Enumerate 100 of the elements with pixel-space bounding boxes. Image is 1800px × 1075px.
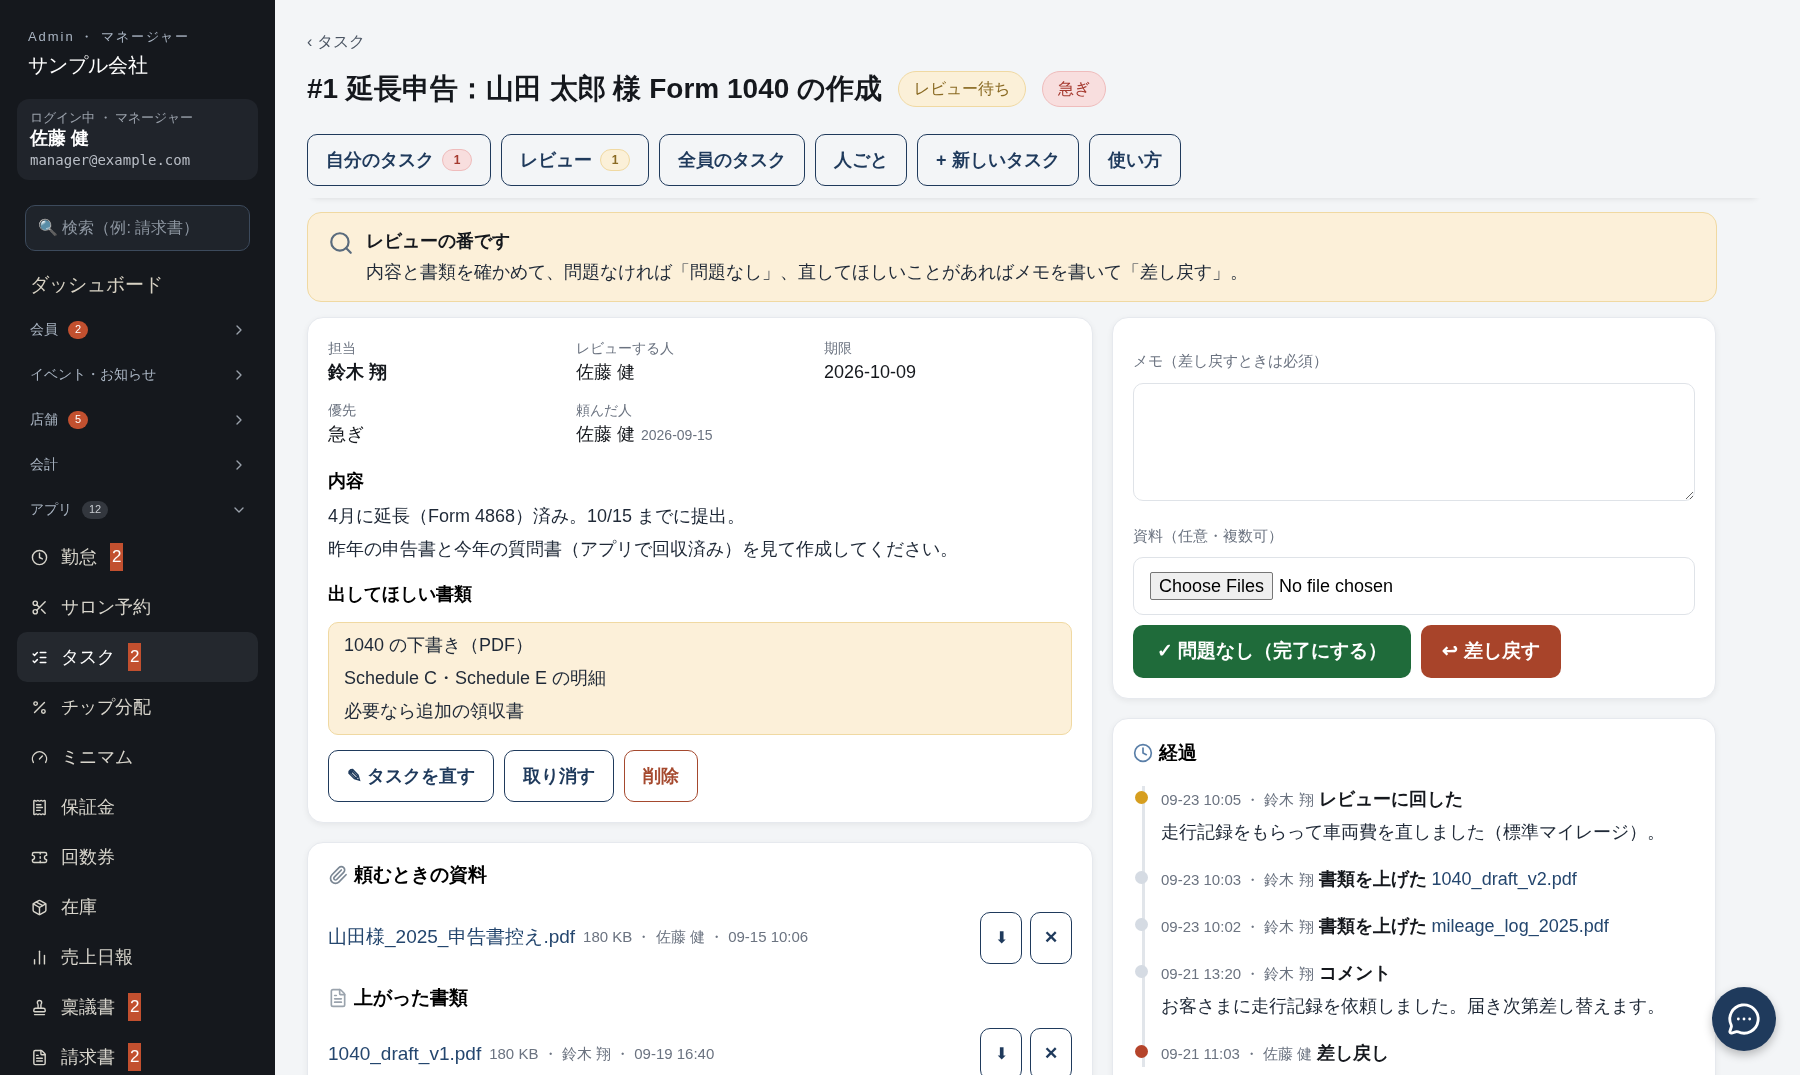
count-badge: 1 — [442, 149, 472, 171]
field-value: 急ぎ — [328, 423, 364, 446]
scissors-icon — [31, 598, 48, 616]
breadcrumb-link[interactable]: ‹ タスク — [307, 30, 365, 54]
action-button[interactable]: ✎ タスクを直す — [328, 750, 494, 802]
nav-tab[interactable]: + 新しいタスク — [917, 134, 1079, 186]
file-meta: 180 KB ・ 佐藤 健 ・ 09-15 10:06 — [583, 927, 809, 948]
clock-icon — [1133, 743, 1153, 764]
chat-icon — [1727, 1002, 1761, 1036]
entry-note: 走行記録をもらって車両費を直しました（標準マイレージ）。 — [1161, 820, 1666, 844]
nav-item-label: タスク — [61, 645, 115, 669]
count-badge: 1 — [600, 149, 630, 171]
field-label: 期限 — [824, 339, 853, 358]
section-heading: 内容 — [328, 470, 365, 493]
file-link[interactable]: mileage_log_2025.pdf — [1431, 912, 1609, 940]
nav-tab[interactable]: 全員のタスク — [659, 134, 805, 186]
memo-field[interactable] — [1133, 382, 1695, 501]
doc-item: 必要なら追加の領収書 — [344, 700, 525, 723]
count-badge: 5 — [68, 410, 89, 429]
file-link[interactable]: 1040_draft_v2.pdf — [1431, 865, 1577, 893]
nav-link[interactable]: ダッシュボード — [0, 270, 275, 299]
nav-item[interactable]: サロン予約 — [17, 582, 258, 632]
field-note: 2026-09-15 — [641, 426, 713, 445]
nav-tab[interactable]: 使い方 — [1088, 134, 1181, 186]
nav-item[interactable]: 稟議書 2 — [17, 982, 258, 1032]
field-label: メモ（差し戻すときは必須） — [1133, 351, 1329, 371]
section-heading: 出してほしい書類 — [328, 583, 473, 606]
page-title: #1 延長申告：山田 太郎 様 Form 1040 の作成 — [307, 72, 883, 106]
nav-item[interactable]: 請求書 2 — [17, 1032, 258, 1075]
nav-item[interactable]: 在庫 — [17, 882, 258, 932]
entry-meta: 09-23 10:02 ・ 鈴木 翔 — [1161, 916, 1314, 937]
status-tag: レビュー待ち — [898, 71, 1027, 107]
nav-item-label: 勤怠 — [61, 545, 97, 569]
login-label: ログイン中 ・ マネージャー — [30, 108, 195, 127]
receipt-icon — [31, 798, 48, 816]
entry-meta: 09-23 10:03 ・ 鈴木 翔 — [1161, 869, 1314, 890]
choose-files-button[interactable]: Choose Files — [1150, 572, 1274, 600]
nav-item[interactable]: タスク 2 — [17, 632, 258, 682]
action-button[interactable]: 削除 — [624, 750, 698, 802]
count-badge: 2 — [128, 643, 142, 671]
entry-meta: 09-21 11:03 ・ 佐藤 健 — [1161, 1043, 1313, 1064]
field-label: 資料（任意・複数可） — [1133, 525, 1284, 546]
nav-item-label: チップ分配 — [61, 695, 151, 719]
search-field[interactable]: 🔍 検索（例: 請求書） — [25, 204, 250, 251]
nav-item[interactable]: 保証金 — [17, 782, 258, 832]
file-meta: 180 KB ・ 鈴木 翔 ・ 09-19 16:40 — [489, 1043, 715, 1064]
magnifier-icon — [328, 230, 354, 256]
doc-item: 1040 の下書き（PDF） — [344, 634, 535, 657]
stamp-icon — [31, 998, 48, 1016]
nav-tab[interactable]: 自分のタスク 1 — [307, 134, 491, 186]
nav-tab[interactable]: 人ごと — [815, 134, 907, 186]
nav-item[interactable]: 勤怠 2 — [17, 532, 258, 582]
banner-title: レビューの番です — [366, 230, 511, 253]
file-status: No file chosen — [1279, 574, 1394, 598]
box-icon — [31, 898, 48, 916]
nav-group-label: 会員 — [30, 320, 58, 339]
entry-action: レビューに回した — [1318, 787, 1463, 811]
file-field[interactable]: Choose Files No file chosen — [1133, 557, 1695, 615]
file-link[interactable]: 山田様_2025_申告書控え.pdf — [328, 923, 576, 952]
field-value: 佐藤 健 — [576, 423, 635, 446]
field-value: 2026-10-09 — [824, 361, 917, 384]
chat-button[interactable] — [1712, 987, 1776, 1051]
download-button[interactable]: ⬇ — [980, 911, 1022, 964]
nav-item[interactable]: 売上日報 — [17, 932, 258, 982]
nav-item[interactable]: 回数券 — [17, 832, 258, 882]
nav-group-label: イベント・お知らせ — [30, 365, 156, 384]
document-icon — [328, 987, 348, 1008]
nav-group[interactable]: 会員 2 — [0, 307, 275, 352]
count-badge: 2 — [128, 1043, 142, 1071]
entry-action: コメント — [1318, 961, 1391, 985]
action-button[interactable]: 取り消す — [504, 750, 614, 802]
doc-item: Schedule C・Schedule E の明細 — [344, 667, 608, 690]
return-button[interactable]: ↩ 差し戻す — [1421, 625, 1561, 678]
document-icon — [31, 1048, 48, 1066]
nav-item-label: 回数券 — [61, 845, 115, 869]
section-heading: 経過 — [1159, 741, 1197, 765]
entry-action: 書類を上げた — [1318, 914, 1427, 938]
nav-item-label: 請求書 — [61, 1045, 115, 1069]
nav-item[interactable]: ミニマム — [17, 732, 258, 782]
nav-item[interactable]: チップ分配 — [17, 682, 258, 732]
status-tag: 急ぎ — [1042, 71, 1107, 107]
nav-item-label: 稟議書 — [61, 995, 115, 1019]
bar-chart-icon — [31, 948, 48, 966]
company-name: サンプル会社 — [28, 52, 149, 78]
nav-group[interactable]: 会計 — [0, 442, 275, 487]
section-heading: 頼むときの資料 — [354, 863, 487, 887]
nav-group[interactable]: 店舗 5 — [0, 397, 275, 442]
remove-button[interactable]: ✕ — [1030, 911, 1072, 964]
file-link[interactable]: 1040_draft_v1.pdf — [328, 1039, 482, 1069]
nav-group[interactable]: イベント・お知らせ — [0, 352, 275, 397]
field-label: 頼んだ人 — [576, 401, 633, 420]
nav-group-label: アプリ — [30, 500, 72, 519]
section-heading: 上がった書類 — [354, 985, 468, 1010]
nav-tab[interactable]: レビュー 1 — [501, 134, 649, 186]
nav-group[interactable]: アプリ 12 — [0, 487, 275, 532]
entry-action: 差し戻し — [1317, 1041, 1390, 1065]
content-line: 4月に延長（Form 4868）済み。10/15 までに提出。 — [328, 505, 747, 528]
nav-item-label: 在庫 — [61, 895, 97, 919]
approve-button[interactable]: ✓ 問題なし（完了にする） — [1133, 625, 1412, 678]
field-value: 佐藤 健 — [576, 361, 635, 384]
